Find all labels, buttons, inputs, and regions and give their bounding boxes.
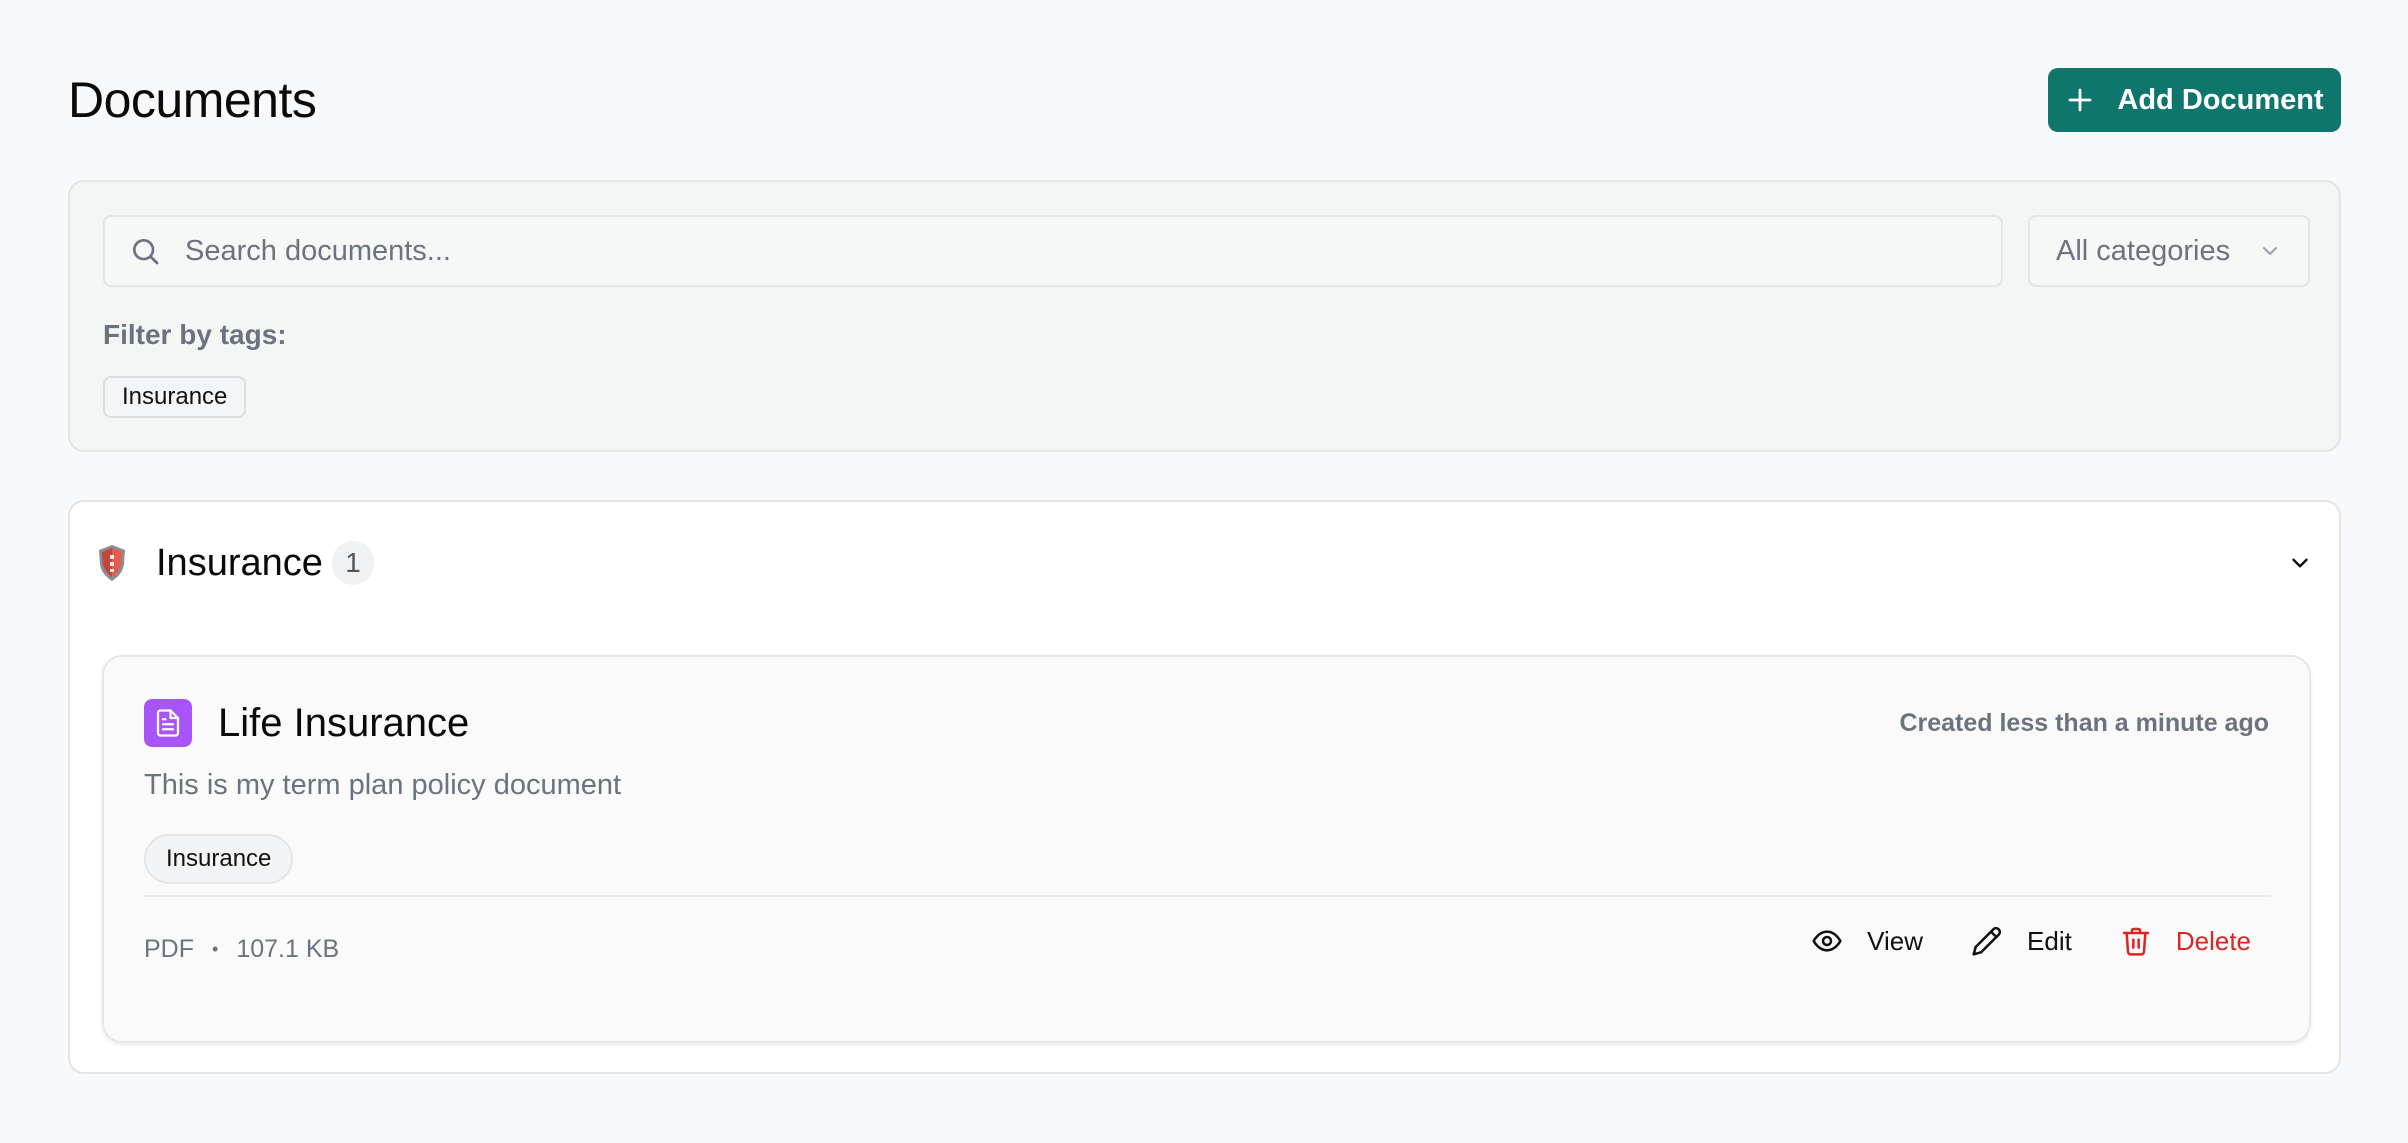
search-input[interactable]: [185, 234, 1965, 268]
delete-button[interactable]: Delete: [2120, 925, 2251, 957]
document-description: This is my term plan policy document: [144, 769, 622, 801]
add-document-label: Add Document: [2117, 83, 2324, 116]
chevron-down-icon: [2263, 247, 2277, 255]
meta-separator: •: [212, 939, 219, 959]
group-header[interactable]: Insurance 1: [70, 502, 2339, 626]
shield-icon: [99, 545, 125, 581]
documents-page: Documents Add Document All categories Fi…: [0, 0, 2408, 1143]
file-type: PDF: [144, 935, 194, 963]
page-title: Documents: [68, 72, 317, 128]
filter-panel: All categories Filter by tags: Insurance: [68, 180, 2341, 452]
pencil-icon: [1972, 926, 2002, 956]
category-group-insurance: Insurance 1 Life Insurance Created less …: [68, 500, 2341, 1074]
group-title: Insurance: [156, 542, 323, 584]
document-title: Life Insurance: [218, 701, 470, 745]
delete-label: Delete: [2175, 925, 2251, 956]
search-icon: [133, 239, 159, 265]
edit-button[interactable]: Edit: [1971, 925, 2072, 957]
group-count-badge: 1: [332, 541, 374, 585]
tag-filter-insurance[interactable]: Insurance: [103, 376, 247, 418]
document-card[interactable]: Life Insurance Created less than a minut…: [102, 655, 2311, 1043]
edit-label: Edit: [2027, 925, 2072, 956]
document-meta: PDF • 107.1 KB: [144, 935, 339, 964]
document-actions: View Edit Delete: [1811, 925, 2251, 957]
document-created-time: Created less than a minute ago: [1899, 709, 2269, 737]
filter-by-tags-label: Filter by tags:: [103, 319, 287, 350]
document-tag: Insurance: [144, 834, 294, 884]
view-button[interactable]: View: [1811, 925, 1923, 957]
file-text-icon: [144, 699, 192, 747]
divider: [144, 895, 2271, 897]
category-select-value: All categories: [2056, 234, 2231, 267]
category-select[interactable]: All categories: [2028, 215, 2310, 287]
add-document-button[interactable]: Add Document: [2048, 68, 2341, 132]
plus-icon: [2069, 88, 2092, 112]
search-box[interactable]: [103, 215, 2003, 287]
eye-icon: [1812, 930, 1842, 952]
chevron-down-icon[interactable]: [2287, 550, 2313, 576]
view-label: View: [1867, 925, 1924, 956]
trash-icon: [2122, 927, 2150, 956]
file-size: 107.1 KB: [236, 935, 340, 963]
